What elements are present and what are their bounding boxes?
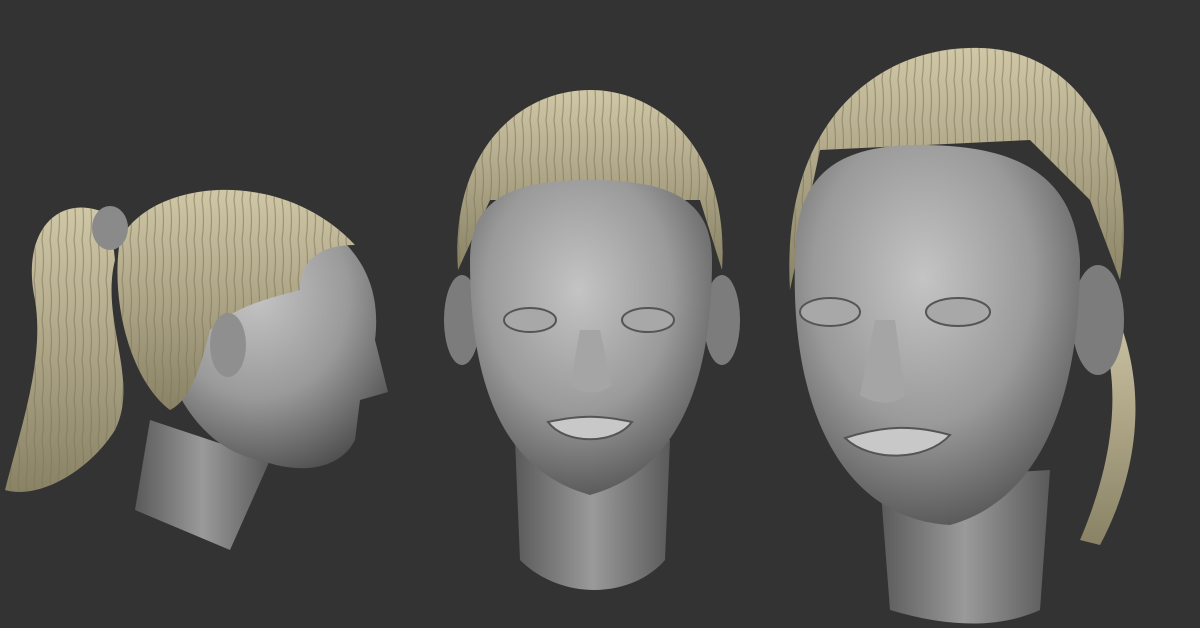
eye-left xyxy=(503,307,557,333)
eye-left xyxy=(799,297,861,327)
eye-right xyxy=(925,297,991,327)
render-viewport xyxy=(0,0,1200,628)
eye-right xyxy=(621,307,675,333)
ear xyxy=(1072,265,1124,375)
ear xyxy=(210,313,246,377)
hair-tie xyxy=(92,206,128,250)
